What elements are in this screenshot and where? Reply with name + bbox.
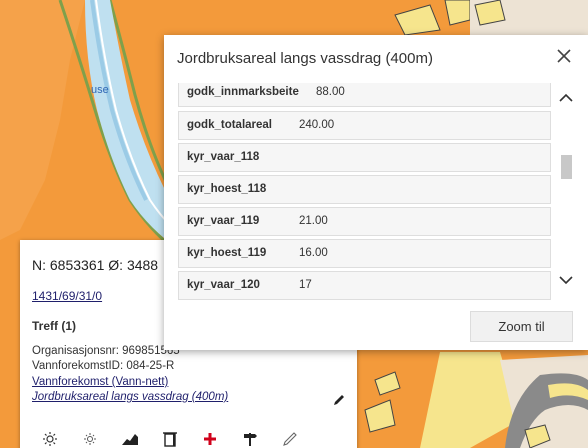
attribute-list[interactable]: godk_innmarksbeite 88.00 godk_totalareal…: [178, 83, 551, 300]
scrollbar-thumb[interactable]: [561, 155, 572, 179]
dialog-title: Jordbruksareal langs vassdrag (400m): [177, 50, 433, 67]
property-link[interactable]: 1431/69/31/0: [32, 289, 102, 303]
attribute-dialog: Jordbruksareal langs vassdrag (400m) god…: [164, 35, 588, 350]
pencil-outline-icon[interactable]: [270, 428, 310, 448]
layer-link[interactable]: Jordbruksareal langs vassdrag (400m): [32, 391, 228, 403]
attribute-row: kyr_hoest_119 16.00: [178, 239, 551, 268]
frame-icon[interactable]: [150, 428, 190, 448]
elevation-profile-icon[interactable]: [110, 428, 150, 448]
attribute-row: kyr_vaar_118: [178, 143, 551, 172]
attribute-row: kyr_vaar_119 21.00: [178, 207, 551, 236]
water-body-link[interactable]: Vannforekomst (Vann-nett): [32, 376, 168, 388]
red-cross-icon[interactable]: [190, 428, 230, 448]
attribute-key: kyr_vaar_120: [187, 279, 260, 291]
attribute-key: godk_totalareal: [187, 119, 272, 131]
org-number: Organisasjonsnr: 969851565: [32, 345, 180, 357]
attribute-key: kyr_hoest_118: [187, 183, 267, 195]
close-icon[interactable]: [556, 48, 572, 64]
attribute-value: 16.00: [299, 247, 328, 259]
attribute-row: godk_totalareal 240.00: [178, 111, 551, 140]
attribute-value: 21.00: [299, 215, 328, 227]
attribute-value: 240.00: [299, 119, 335, 131]
coordinates-readout: N: 6853361 Ø: 3488: [32, 257, 159, 273]
chevron-up-icon[interactable]: [557, 91, 575, 105]
attribute-row: kyr_hoest_118: [178, 175, 551, 204]
water-body-id: VannforekomstID: 084-25-R: [32, 360, 175, 372]
map-place-label: use: [91, 84, 109, 96]
dialog-scrollbar[interactable]: [554, 83, 578, 300]
attribute-key: godk_innmarksbeite: [187, 86, 299, 98]
panel-toolbar: [30, 428, 310, 448]
sun-outline-icon[interactable]: [70, 428, 110, 448]
zoom-to-button[interactable]: Zoom til: [470, 311, 573, 342]
attribute-key: kyr_vaar_118: [187, 151, 260, 163]
pencil-icon[interactable]: [332, 393, 346, 407]
signpost-icon[interactable]: [230, 428, 270, 448]
attribute-key: kyr_vaar_119: [187, 215, 260, 227]
attribute-value: 17: [299, 279, 312, 291]
attribute-row: kyr_vaar_120 17: [178, 271, 551, 300]
hits-heading: Treff (1): [32, 319, 77, 333]
chevron-down-icon[interactable]: [557, 273, 575, 287]
attribute-value: 88.00: [316, 86, 345, 98]
sun-icon[interactable]: [30, 428, 70, 448]
attribute-key: kyr_hoest_119: [187, 247, 267, 259]
attribute-row: godk_innmarksbeite 88.00: [178, 83, 551, 107]
